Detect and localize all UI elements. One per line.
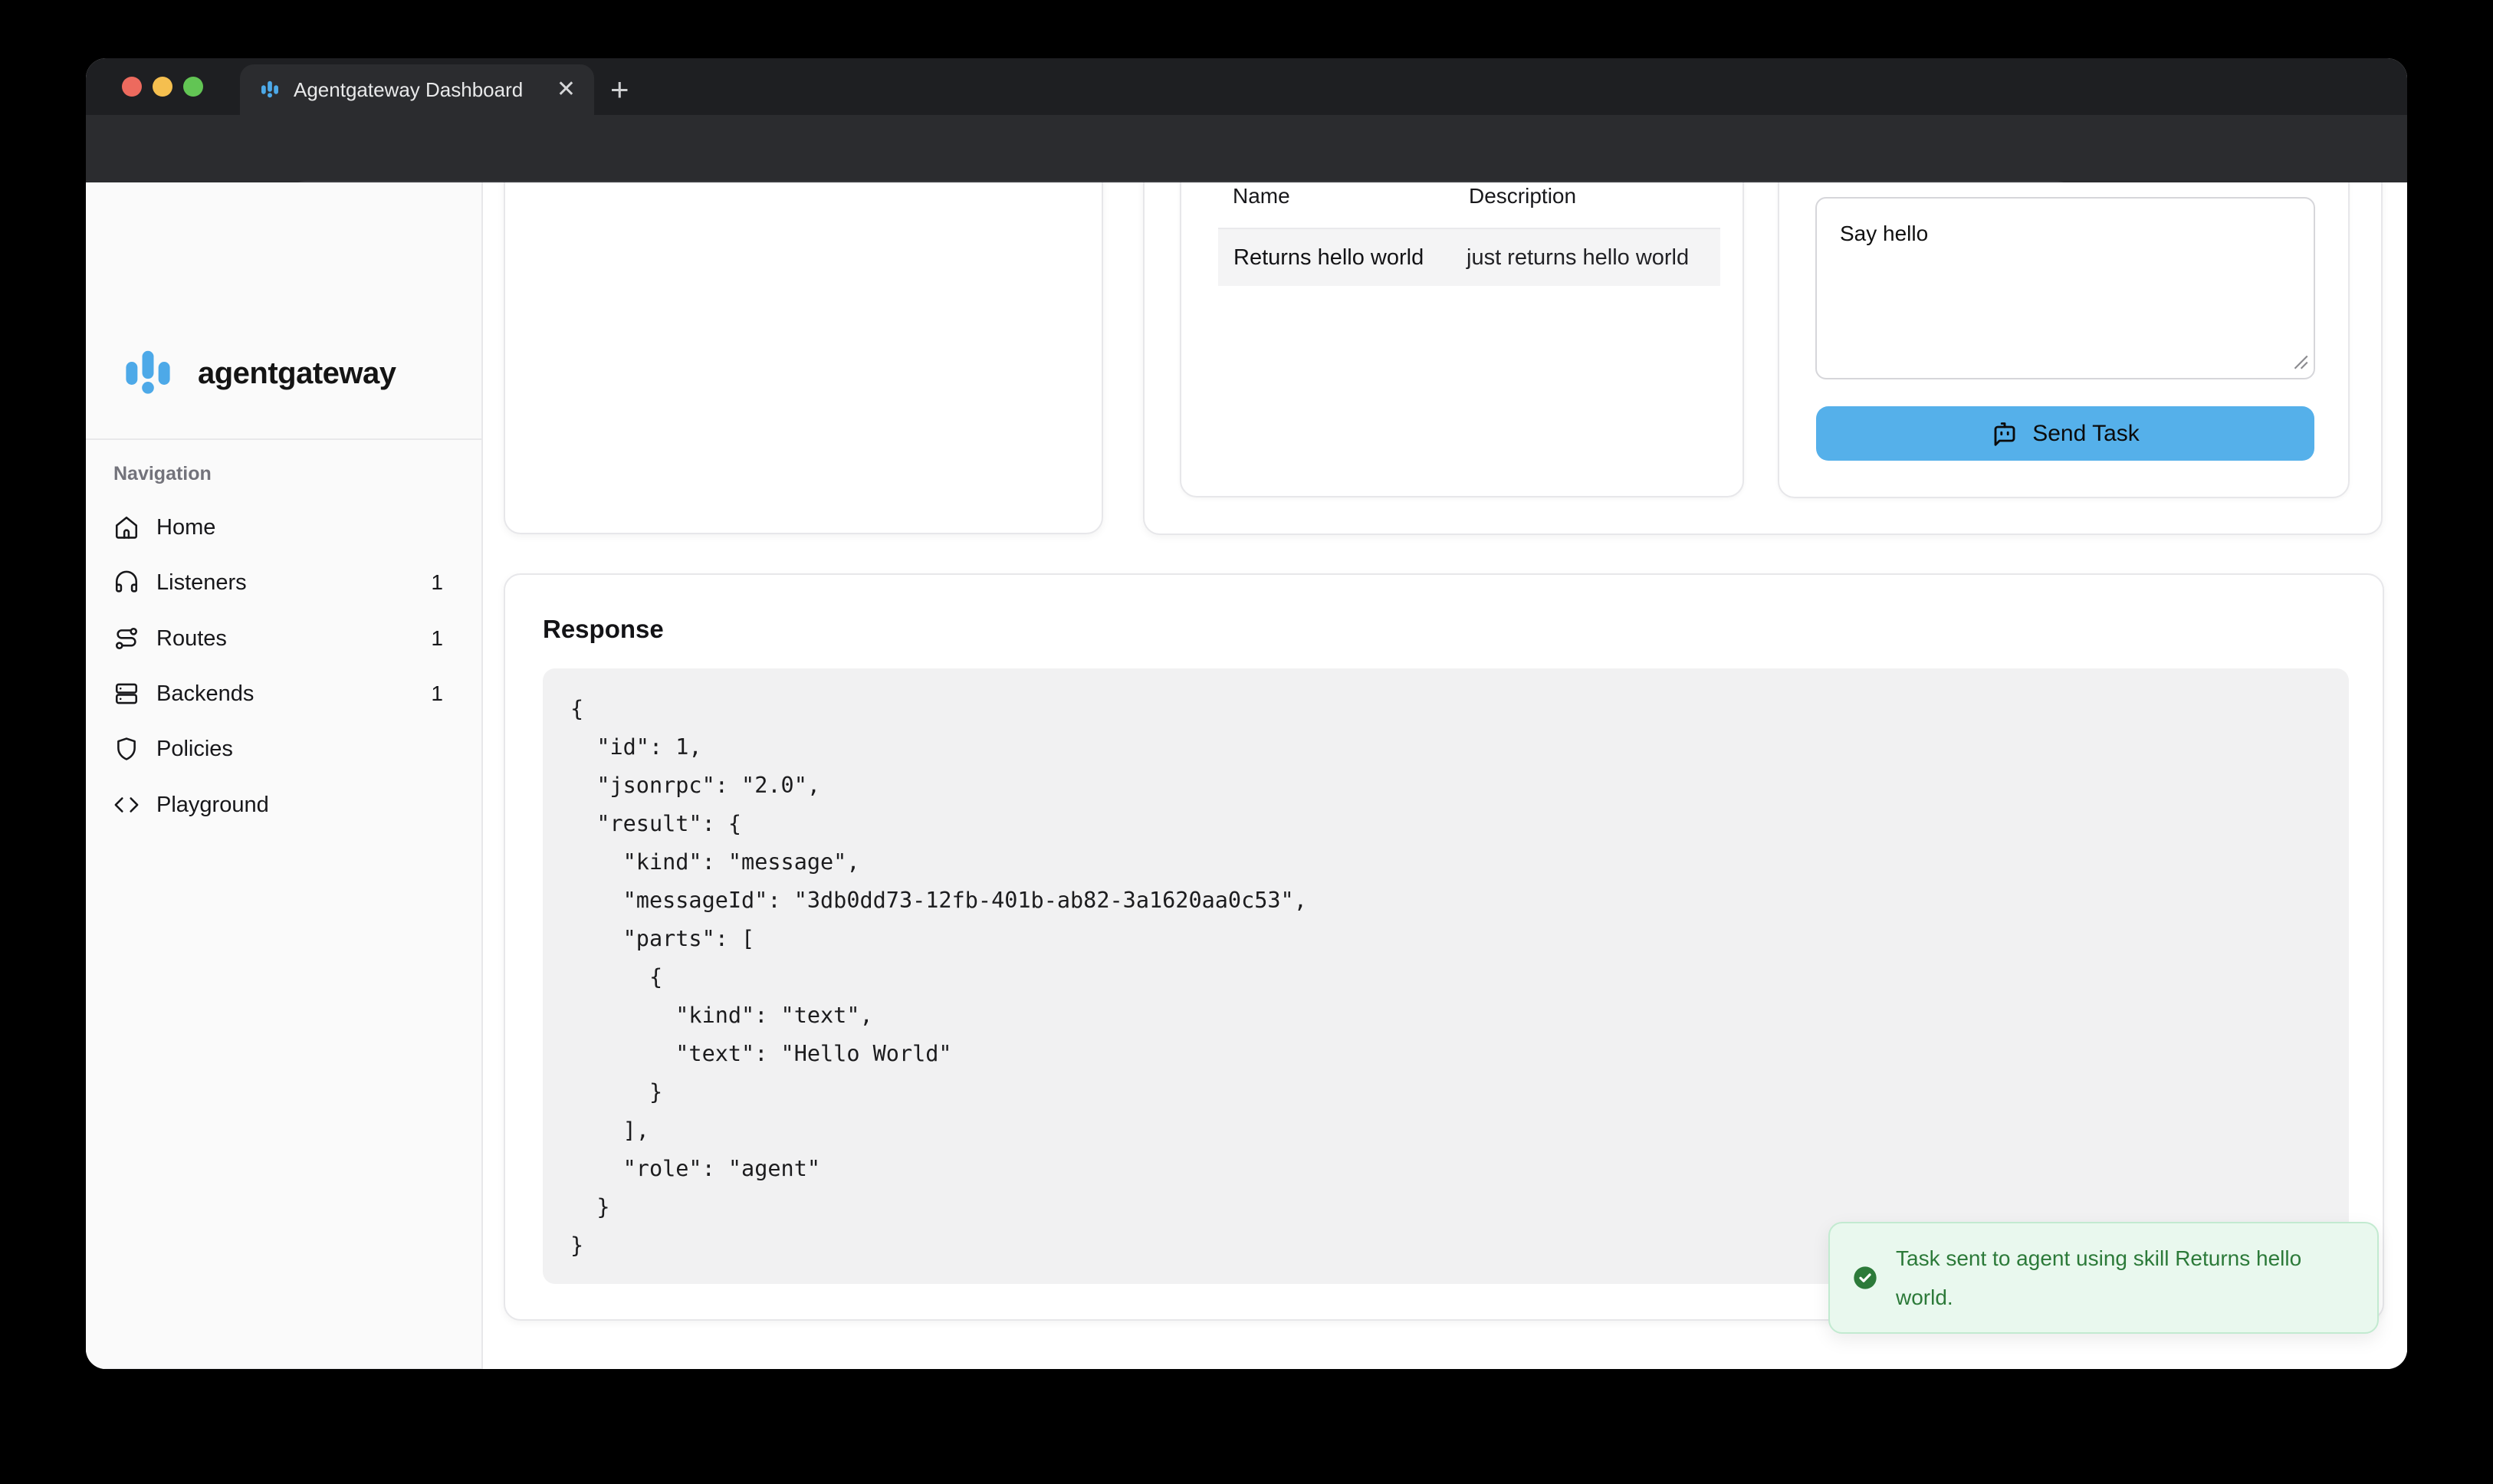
sidebar-item-label: Playground	[156, 793, 426, 818]
brand[interactable]: agentgateway	[118, 343, 396, 403]
sidebar-item-label: Listeners	[156, 570, 414, 596]
code-line: "kind": "message",	[570, 843, 2349, 882]
table-row[interactable]: Returns hello world just returns hello w…	[1218, 228, 1720, 286]
code-line: }	[570, 1188, 2349, 1226]
send-task-button[interactable]: Send Task	[1816, 406, 2314, 461]
code-line: "id": 1,	[570, 728, 2349, 767]
sidebar-item-count: 1	[431, 681, 443, 706]
sidebar-item-label: Backends	[156, 681, 414, 707]
check-circle-icon	[1853, 1266, 1877, 1290]
new-tab-button[interactable]: +	[610, 74, 629, 106]
code-line: "result": {	[570, 805, 2349, 843]
code-line: "messageId": "3db0dd73-12fb-401b-ab82-3a…	[570, 882, 2349, 920]
code-line: "parts": [	[570, 920, 2349, 958]
sidebar: agentgateway Navigation Home Listeners 1	[86, 182, 483, 1369]
code-line: ],	[570, 1111, 2349, 1150]
browser-tab[interactable]: Agentgateway Dashboard ✕	[240, 64, 594, 115]
code-line: {	[570, 958, 2349, 996]
send-task-label: Send Task	[2032, 421, 2140, 447]
sidebar-item-playground[interactable]: Playground	[101, 780, 468, 829]
column-header-description: Description	[1469, 184, 1576, 208]
route-icon	[113, 625, 140, 652]
bot-message-icon	[1991, 420, 2018, 448]
minimize-window-button[interactable]	[153, 77, 172, 97]
sidebar-item-label: Routes	[156, 626, 414, 652]
response-code-block[interactable]: { "id": 1, "jsonrpc": "2.0", "result": {…	[543, 668, 2349, 1284]
sidebar-item-routes[interactable]: Routes 1	[101, 614, 468, 663]
code-line: }	[570, 1073, 2349, 1111]
textarea-resize-handle[interactable]	[2290, 351, 2310, 371]
skills-table-card: Name Description Returns hello world jus…	[1180, 182, 1744, 497]
tab-strip: Agentgateway Dashboard ✕ +	[86, 58, 2407, 115]
sidebar-footer-divider	[86, 1368, 481, 1369]
sidebar-item-home[interactable]: Home	[101, 503, 468, 552]
sidebar-item-label: Home	[156, 515, 426, 540]
browser-toolbar: localhost:15000/ui/playground/ In	[86, 115, 2407, 182]
sidebar-section-label: Navigation	[113, 463, 212, 485]
agentgateway-logo-icon	[118, 343, 178, 403]
tab-close-icon[interactable]: ✕	[557, 78, 576, 101]
sidebar-item-count: 1	[431, 570, 443, 595]
main-area: Name Description Returns hello world jus…	[483, 182, 2407, 1369]
sidebar-divider	[86, 438, 481, 440]
tab-title: Agentgateway Dashboard	[294, 78, 544, 102]
column-header-name: Name	[1233, 184, 1290, 208]
sidebar-item-policies[interactable]: Policies	[101, 724, 468, 773]
headphones-icon	[113, 570, 140, 596]
page-content: agentgateway Navigation Home Listeners 1	[86, 182, 2407, 1369]
shield-icon	[113, 736, 140, 762]
code-icon	[113, 792, 140, 818]
skill-name-cell: Returns hello world	[1233, 245, 1424, 271]
brand-name: agentgateway	[198, 356, 396, 391]
code-line: "role": "agent"	[570, 1150, 2349, 1188]
code-line: "kind": "text",	[570, 996, 2349, 1035]
task-message-input[interactable]: Say hello	[1815, 197, 2315, 379]
browser-window: Agentgateway Dashboard ✕ + localhost:150…	[86, 58, 2407, 1369]
sidebar-item-label: Policies	[156, 737, 426, 762]
server-icon	[113, 681, 140, 707]
home-icon	[113, 514, 140, 540]
code-line: {	[570, 690, 2349, 728]
response-card: Response { "id": 1, "jsonrpc": "2.0", "r…	[504, 573, 2384, 1321]
close-window-button[interactable]	[122, 77, 142, 97]
sidebar-item-listeners[interactable]: Listeners 1	[101, 558, 468, 607]
code-line: "text": "Hello World"	[570, 1035, 2349, 1073]
response-title: Response	[543, 615, 664, 644]
maximize-window-button[interactable]	[183, 77, 203, 97]
skill-description-cell: just returns hello world	[1467, 245, 1689, 271]
agent-card-panel	[504, 182, 1103, 534]
favicon-agentgateway-icon	[258, 78, 281, 101]
success-toast[interactable]: Task sent to agent using skill Returns h…	[1828, 1222, 2379, 1334]
sidebar-item-backends[interactable]: Backends 1	[101, 669, 468, 718]
toast-message: Task sent to agent using skill Returns h…	[1896, 1239, 2354, 1317]
code-line: "jsonrpc": "2.0",	[570, 767, 2349, 805]
sidebar-item-count: 1	[431, 626, 443, 651]
send-task-card: Say hello Send Task	[1778, 182, 2350, 498]
